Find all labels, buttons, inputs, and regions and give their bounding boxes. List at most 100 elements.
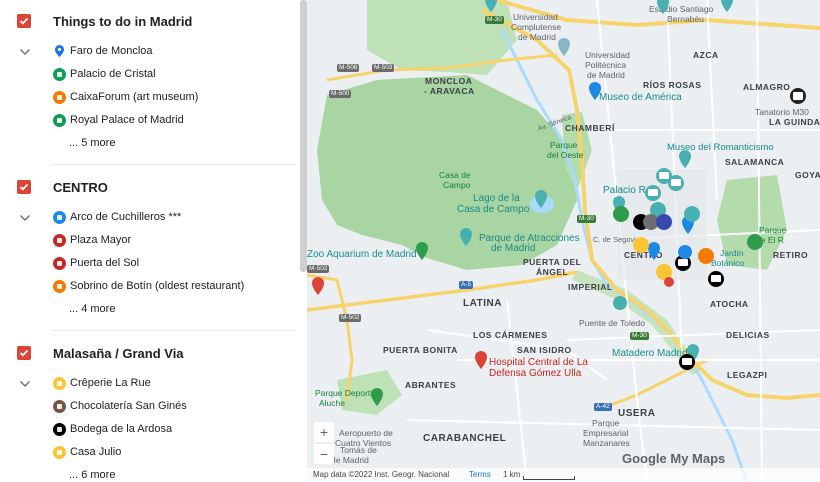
layer-item-label: Faro de Moncloa xyxy=(70,45,153,57)
layer-item[interactable]: Chocolatería San Ginés xyxy=(53,396,187,416)
map-label: RETIRO xyxy=(773,250,809,260)
map-label: Hospital Central de La xyxy=(489,357,588,368)
layer-item[interactable]: Puerta del Sol xyxy=(53,253,139,273)
layer-item-label: Royal Palace of Madrid xyxy=(70,114,184,126)
road-badge: M-30 xyxy=(577,215,596,223)
map-label: PUERTA BONITA xyxy=(383,345,458,355)
layer-item[interactable]: Plaza Mayor xyxy=(53,230,131,250)
chevron-down-icon[interactable] xyxy=(19,48,31,56)
layer-item-label: Crêperie La Rue xyxy=(70,377,151,389)
palette-icon xyxy=(53,90,66,104)
food-icon xyxy=(53,445,66,459)
map-label: MONCLOA xyxy=(425,76,473,86)
map-label: ABRANTES xyxy=(405,380,457,390)
map-label: de El R xyxy=(756,235,784,245)
layer: CENTRO Arco de Cuchilleros *** Plaza May… xyxy=(0,166,300,331)
map-label: LA GUINDAL xyxy=(769,117,820,127)
map-label: CARABANCHEL xyxy=(423,433,507,444)
layer-item[interactable]: Casa Julio xyxy=(53,442,121,462)
layer-item[interactable]: CaixaForum (art museum) xyxy=(53,87,198,107)
map-label: Universidad xyxy=(585,50,630,60)
layer-item[interactable]: Bodega de la Ardosa xyxy=(53,419,172,439)
map-label: Tanatorio M30 xyxy=(755,107,809,117)
layer-item-label: CaixaForum (art museum) xyxy=(70,91,199,103)
map-label: Parque xyxy=(550,140,578,150)
map-label: ATOCHA xyxy=(710,299,749,309)
more-link[interactable]: ... 4 more xyxy=(69,303,115,315)
map-label: Tomás de xyxy=(340,445,377,455)
road-badge: M-30 xyxy=(485,16,504,24)
map-label: Aeropuerto de xyxy=(339,428,393,438)
map-label: Jardín xyxy=(720,248,744,258)
map-label: C. de Segovia xyxy=(593,235,641,244)
divider xyxy=(52,330,296,331)
road-badge: M-502 xyxy=(307,265,330,273)
road-badge: A-5 xyxy=(459,281,474,289)
map-label: del Oeste xyxy=(547,150,584,160)
attribution: Map data ©2022 Inst. Geogr. Nacional xyxy=(313,470,450,479)
layer-item-label: Plaza Mayor xyxy=(70,234,132,246)
layer-title[interactable]: Things to do in Madrid xyxy=(53,14,192,29)
map-label: de Madrid xyxy=(331,455,369,465)
layer-item[interactable]: Crêperie La Rue xyxy=(53,373,151,393)
brand-logo: Google My Maps xyxy=(622,451,726,466)
layer-item[interactable]: Royal Palace of Madrid xyxy=(53,110,184,130)
map-label: de Madrid xyxy=(587,70,625,80)
map-label: LOS CÁRMENES xyxy=(473,330,548,340)
scrollbar[interactable] xyxy=(300,0,307,272)
more-link[interactable]: ... 5 more xyxy=(69,137,115,149)
camera-icon xyxy=(53,210,66,224)
layer-title[interactable]: CENTRO xyxy=(53,180,108,195)
road-badge: M-503 xyxy=(372,64,395,72)
map-label: DELICIAS xyxy=(726,330,770,340)
park-icon xyxy=(53,67,66,81)
map-label: Defensa Gómez Ulla xyxy=(489,368,582,379)
map-label: LEGAZPI xyxy=(727,370,768,380)
map-label: Aluche xyxy=(319,398,345,408)
layer-checkbox[interactable] xyxy=(17,14,31,28)
map-label: Zoo Aquarium de Madrid xyxy=(307,249,417,260)
map-label: Estadio Santiago xyxy=(649,4,714,14)
map-label: LATINA xyxy=(463,298,502,309)
layer-checkbox[interactable] xyxy=(17,180,31,194)
terms-link[interactable]: Terms xyxy=(469,470,491,479)
map-label: AZCA xyxy=(693,50,719,60)
zoom-in-button[interactable]: + xyxy=(314,422,334,442)
map-label: ÁNGEL xyxy=(536,267,569,277)
layer: Malasaña / Grand Via Crêperie La Rue Cho… xyxy=(0,332,300,482)
map[interactable]: Universidad Complutense de Madrid Univer… xyxy=(307,0,820,482)
layer-title[interactable]: Malasaña / Grand Via xyxy=(53,346,184,361)
map-label: Manzanares xyxy=(583,438,630,448)
layer-item-label: Puerta del Sol xyxy=(70,257,140,269)
map-label: Matadero Madrid xyxy=(612,348,688,359)
layer-item-label: Sobrino de Botín (oldest restaurant) xyxy=(70,280,245,292)
map-label: PUERTA DEL xyxy=(523,257,582,267)
chevron-down-icon[interactable] xyxy=(19,214,31,222)
scale-label: 1 km xyxy=(503,470,521,479)
layer-item-label: Chocolatería San Ginés xyxy=(70,400,187,412)
map-label: Parque xyxy=(592,418,620,428)
zoom-out-button[interactable]: − xyxy=(314,444,334,464)
layer-item[interactable]: Faro de Moncloa xyxy=(53,41,153,61)
map-label: de Madrid xyxy=(491,243,536,254)
chevron-down-icon[interactable] xyxy=(19,380,31,388)
road-badge: M-30 xyxy=(630,332,649,340)
map-label: USERA xyxy=(618,408,656,419)
sidebar: Things to do in Madrid Faro de Moncloa P… xyxy=(0,0,307,482)
road-badge: M-508 xyxy=(337,64,360,72)
map-label: Empresarial xyxy=(583,428,629,438)
more-link[interactable]: ... 6 more xyxy=(69,469,115,481)
layer-item[interactable]: Sobrino de Botín (oldest restaurant) xyxy=(53,276,244,296)
map-label: Palacio R xyxy=(603,185,646,196)
layer: Things to do in Madrid Faro de Moncloa P… xyxy=(0,0,300,165)
restaurant-icon xyxy=(53,279,66,293)
cafe-icon xyxy=(53,399,66,413)
map-footer: Map data ©2022 Inst. Geogr. Nacional Ter… xyxy=(307,468,820,482)
map-label: Botánico xyxy=(711,258,745,268)
map-label: SAN ISIDRO xyxy=(517,345,572,355)
map-label: IMPERIAL xyxy=(568,282,613,292)
layer-item[interactable]: Palacio de Cristal xyxy=(53,64,156,84)
layer-checkbox[interactable] xyxy=(17,346,31,360)
divider xyxy=(52,164,296,165)
layer-item[interactable]: Arco de Cuchilleros *** xyxy=(53,207,181,227)
